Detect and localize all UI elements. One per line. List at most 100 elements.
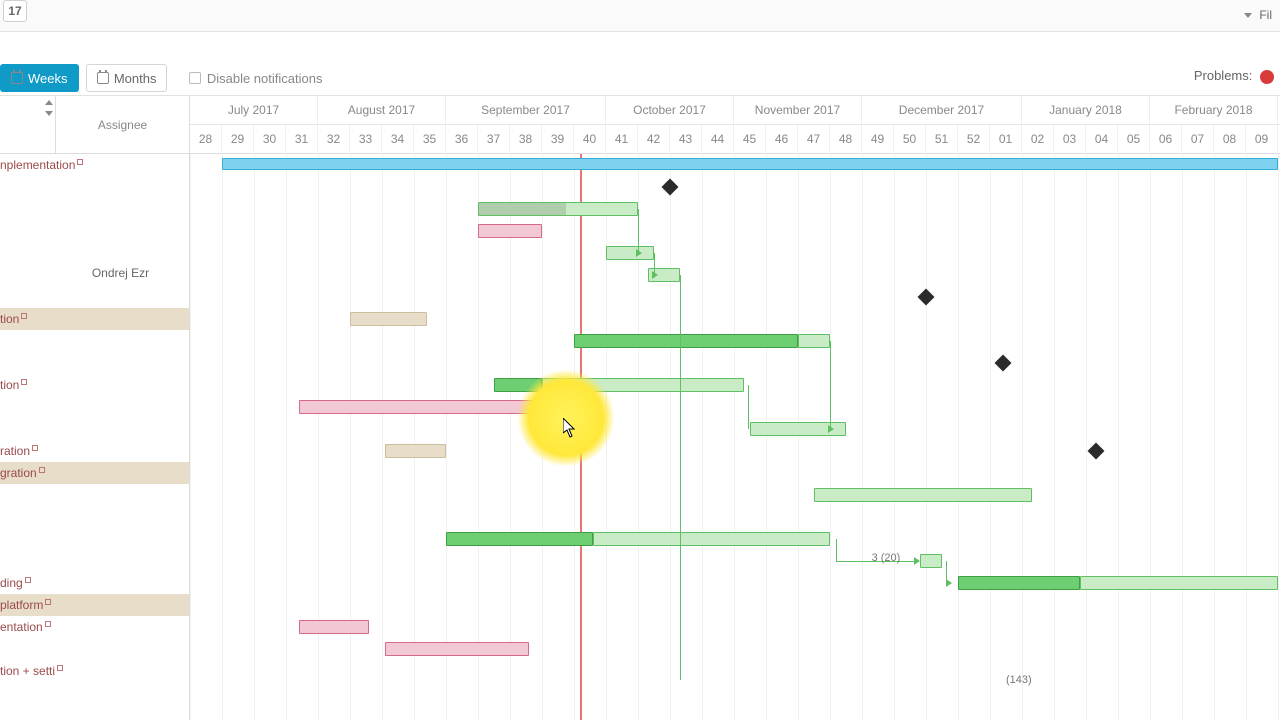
task-row-label[interactable]: ding — [0, 572, 189, 594]
week-header: 38 — [510, 125, 542, 154]
dependency-label: 3 (20) — [872, 552, 901, 564]
week-header: 07 — [1182, 125, 1214, 154]
timeline-header: July 2017August 2017September 2017Octobe… — [190, 96, 1280, 154]
milestone-diamond-icon[interactable] — [662, 179, 679, 196]
gantt-bar[interactable] — [958, 576, 1080, 590]
month-header: February 2018 — [1150, 96, 1278, 125]
gantt-bar[interactable] — [494, 378, 542, 392]
week-header: 42 — [638, 125, 670, 154]
external-link-icon — [57, 665, 63, 671]
calendar-icon — [97, 72, 109, 84]
assignee-name: Ondrej Ezr — [56, 266, 185, 280]
week-header: 09 — [1246, 125, 1278, 154]
gantt-timeline[interactable]: July 2017August 2017September 2017Octobe… — [190, 96, 1280, 720]
external-link-icon — [25, 577, 31, 583]
gantt-bar[interactable] — [814, 488, 1032, 502]
week-header: 08 — [1214, 125, 1246, 154]
gantt-bar[interactable] — [574, 334, 798, 348]
gantt-bar[interactable] — [478, 224, 542, 238]
task-row-label[interactable]: gration — [0, 462, 189, 484]
problems-label: Problems: — [1194, 68, 1253, 83]
task-row-label[interactable]: tion — [0, 374, 189, 396]
gantt-bar[interactable] — [606, 246, 654, 260]
week-header: 40 — [574, 125, 606, 154]
months-button[interactable]: Months — [86, 64, 168, 92]
milestone-diamond-icon[interactable] — [918, 289, 935, 306]
summary-count-label: (143) — [1006, 674, 1032, 686]
alert-dot-icon — [1260, 70, 1274, 84]
task-row-label[interactable]: nplementation — [0, 154, 189, 176]
external-link-icon — [45, 621, 51, 627]
week-header: 41 — [606, 125, 638, 154]
gantt-bar[interactable] — [920, 554, 942, 568]
week-header: 51 — [926, 125, 958, 154]
external-link-icon — [39, 467, 45, 473]
month-header: November 2017 — [734, 96, 862, 125]
gantt-bar[interactable] — [478, 202, 638, 216]
week-header: 06 — [1150, 125, 1182, 154]
task-row-label[interactable]: platform — [0, 594, 189, 616]
milestone-diamond-icon[interactable] — [1087, 443, 1104, 460]
today-line — [580, 154, 582, 720]
week-header: 33 — [350, 125, 382, 154]
gantt-bar[interactable] — [446, 532, 593, 546]
week-header: 47 — [798, 125, 830, 154]
week-header: 52 — [958, 125, 990, 154]
week-header: 35 — [414, 125, 446, 154]
week-header: 32 — [318, 125, 350, 154]
week-header: 31 — [286, 125, 318, 154]
external-link-icon — [32, 445, 38, 451]
gantt-bar[interactable] — [798, 334, 830, 348]
months-label: Months — [114, 71, 157, 86]
disable-notifications-toggle[interactable]: Disable notifications — [175, 71, 323, 86]
task-list-panel: Assignee nplementation tion tion rationgrat… — [0, 96, 190, 720]
gantt-bar[interactable] — [542, 378, 744, 392]
checkbox-icon — [189, 72, 201, 84]
task-row-label[interactable]: ration — [0, 440, 189, 462]
task-row-label[interactable]: tion + setti — [0, 660, 189, 682]
name-column-header[interactable] — [0, 96, 56, 154]
assignee-column-header[interactable]: Assignee — [56, 96, 189, 154]
milestone-diamond-icon[interactable] — [994, 355, 1011, 372]
gantt-bar[interactable] — [385, 444, 446, 458]
timeline-body[interactable]: 3 (20) (143) — [190, 154, 1280, 720]
weeks-button[interactable]: Weeks — [0, 64, 79, 92]
month-header: July 2017 — [190, 96, 318, 125]
month-header: December 2017 — [862, 96, 1022, 125]
gantt-bar[interactable] — [385, 642, 529, 656]
disable-notifications-label: Disable notifications — [207, 71, 323, 86]
filter-label: Fil — [1259, 8, 1272, 22]
gantt-bar[interactable] — [593, 532, 830, 546]
week-header: 34 — [382, 125, 414, 154]
calendar-icon — [11, 72, 23, 84]
week-header: 05 — [1118, 125, 1150, 154]
gantt-bar[interactable] — [1080, 576, 1278, 590]
gantt-bar[interactable] — [222, 158, 1278, 170]
gantt-bar[interactable] — [299, 400, 561, 414]
week-header: 03 — [1054, 125, 1086, 154]
gantt-bar[interactable] — [299, 620, 369, 634]
external-link-icon — [21, 313, 27, 319]
chevron-down-icon — [1244, 13, 1252, 18]
filter-dropdown[interactable]: Fil — [1244, 4, 1272, 26]
week-header: 37 — [478, 125, 510, 154]
task-row-label[interactable]: entation — [0, 616, 189, 638]
external-link-icon — [21, 379, 27, 385]
week-header: 49 — [862, 125, 894, 154]
view-toolbar: Weeks Months Disable notifications Probl… — [0, 62, 1280, 96]
week-header: 46 — [766, 125, 798, 154]
gantt-bar[interactable] — [350, 312, 427, 326]
week-header: 39 — [542, 125, 574, 154]
date-badge[interactable]: 17 — [3, 0, 27, 22]
problems-indicator[interactable]: Problems: — [1194, 68, 1274, 84]
weeks-label: Weeks — [28, 71, 68, 86]
week-header: 04 — [1086, 125, 1118, 154]
week-header: 29 — [222, 125, 254, 154]
task-row-label[interactable]: tion — [0, 308, 189, 330]
month-header: October 2017 — [606, 96, 734, 125]
week-header: 43 — [670, 125, 702, 154]
external-link-icon — [77, 159, 83, 165]
week-header: 30 — [254, 125, 286, 154]
sort-spinner-icon[interactable] — [44, 100, 54, 116]
external-link-icon — [45, 599, 51, 605]
